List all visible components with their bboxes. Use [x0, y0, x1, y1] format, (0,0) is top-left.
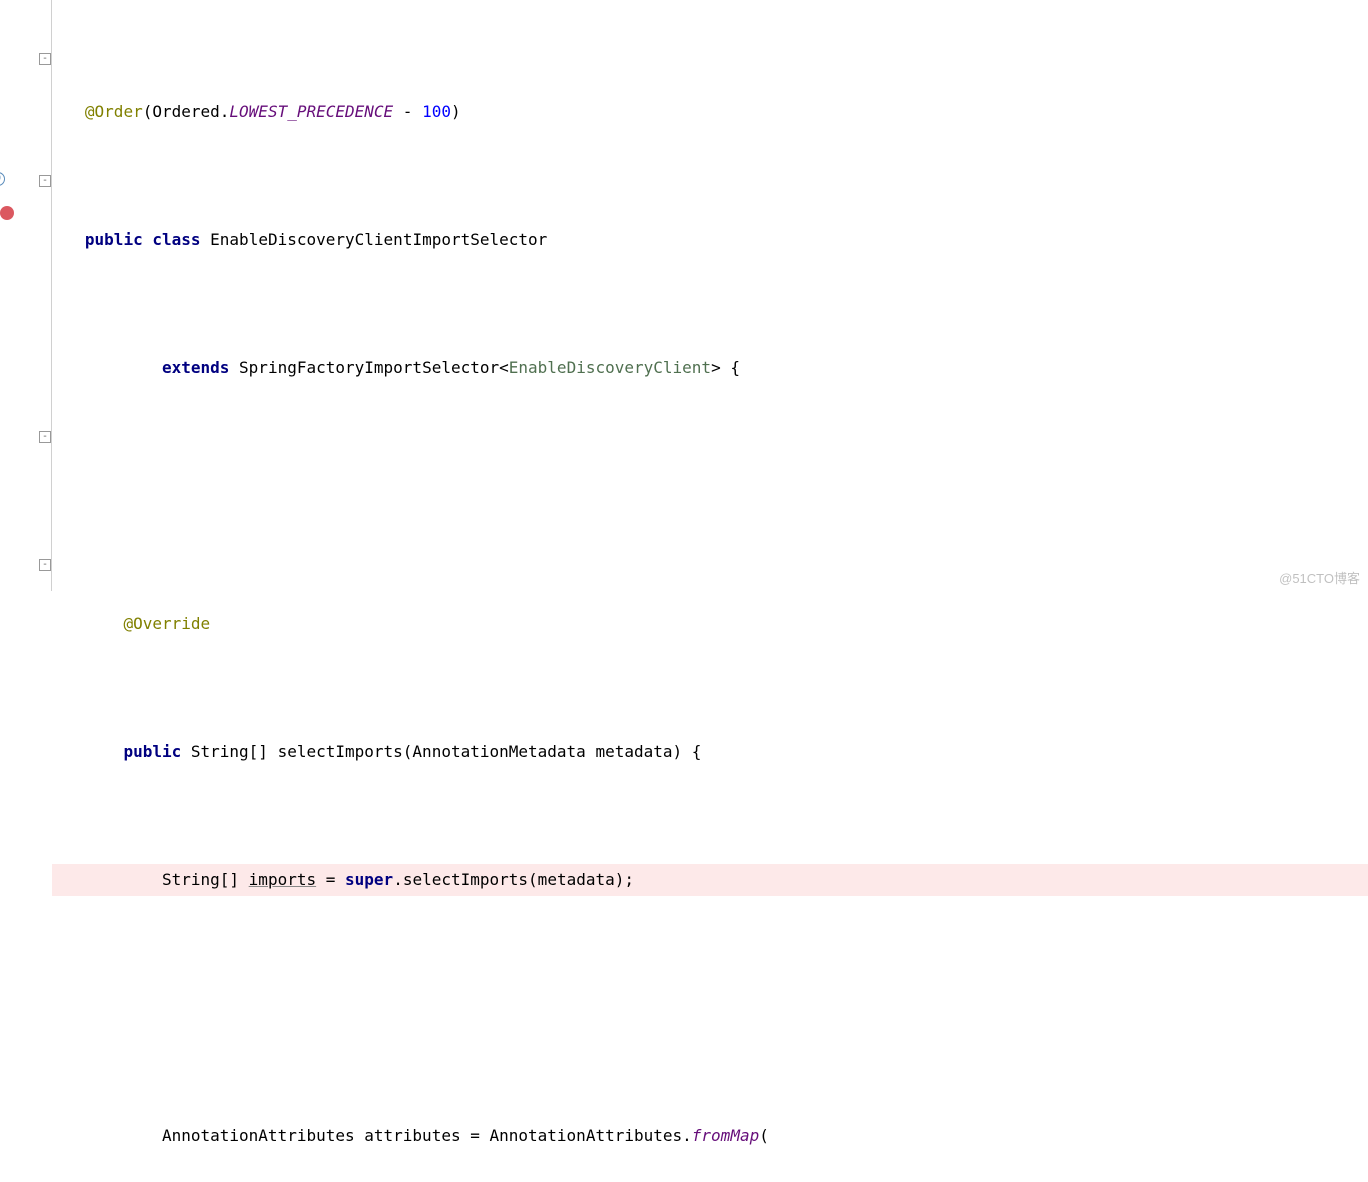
code-line[interactable]: public String[] selectImports(Annotation…	[52, 736, 1368, 768]
override-icon[interactable]: O	[0, 172, 5, 186]
fold-icon[interactable]: -	[39, 431, 51, 443]
fold-icon[interactable]: -	[39, 175, 51, 187]
code-line[interactable]	[52, 480, 1368, 512]
code-line[interactable]: public class EnableDiscoveryClientImport…	[52, 224, 1368, 256]
code-line[interactable]: AnnotationAttributes attributes = Annota…	[52, 1120, 1368, 1152]
code-area[interactable]: @Order(Ordered.LOWEST_PRECEDENCE - 100) …	[52, 0, 1368, 591]
breakpoint-dot[interactable]	[0, 206, 14, 220]
fold-icon[interactable]: -	[39, 53, 51, 65]
fold-icon[interactable]: -	[39, 559, 51, 571]
code-line[interactable]: extends SpringFactoryImportSelector<Enab…	[52, 352, 1368, 384]
code-line[interactable]: String[] imports = super.selectImports(m…	[52, 864, 1368, 896]
code-editor[interactable]: O - - - - @Order(Ordered.LOWEST_PRECEDEN…	[0, 0, 1368, 591]
code-line[interactable]	[52, 992, 1368, 1024]
fold-gutter: - - - -	[40, 0, 52, 591]
watermark: @51CTO博客	[1279, 568, 1360, 587]
gutter: O	[0, 0, 40, 591]
code-line[interactable]: @Override	[52, 608, 1368, 640]
code-line[interactable]: @Order(Ordered.LOWEST_PRECEDENCE - 100)	[52, 96, 1368, 128]
